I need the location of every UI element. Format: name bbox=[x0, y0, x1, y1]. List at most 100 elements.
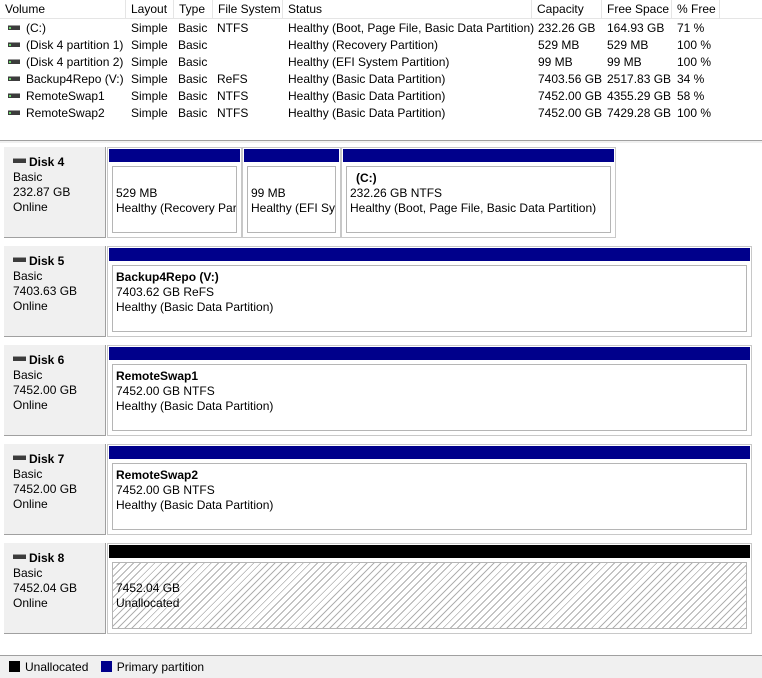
disk-info[interactable]: Disk 8 Basic 7452.04 GB Online bbox=[4, 543, 106, 634]
disk-type: Basic bbox=[13, 269, 43, 283]
table-row[interactable]: Backup4Repo (V:) Simple Basic ReFS Healthy (… bbox=[0, 71, 762, 88]
cell-status: Healthy (Basic Data Partition) bbox=[288, 89, 446, 103]
disk-name-label: Disk 6 bbox=[29, 353, 65, 367]
unallocated-space[interactable]: 7452.04 GB Unallocated bbox=[107, 543, 752, 634]
partition-block[interactable]: (C:) 232.26 GB NTFS Healthy (Boot, Page Fi… bbox=[341, 147, 616, 238]
disk-name-label: Disk 7 bbox=[29, 452, 65, 466]
column-header-free-space[interactable]: Free Space bbox=[602, 0, 672, 19]
disk-info[interactable]: Disk 6 Basic 7452.00 GB Online bbox=[4, 345, 106, 436]
volume-name: (C:) bbox=[26, 21, 46, 35]
cell-percent-free: 71 % bbox=[677, 21, 705, 35]
partition-status: Healthy (Basic Data Partition) bbox=[116, 300, 274, 314]
column-header-file-system[interactable]: File System bbox=[213, 0, 283, 19]
disk-size: 7403.63 GB bbox=[13, 284, 78, 298]
legend-unallocated: Unallocated bbox=[9, 660, 92, 674]
table-row[interactable]: (C:) Simple Basic NTFS Healthy (Boot, Page F… bbox=[0, 20, 762, 37]
volume-list-header: Volume Layout Type File System Status Ca… bbox=[0, 0, 762, 19]
disk-partitions: RemoteSwap2 7452.00 GB NTFS Healthy (Basic… bbox=[107, 444, 752, 535]
cell-percent-free: 34 % bbox=[677, 72, 705, 86]
disk-type: Basic bbox=[13, 467, 43, 481]
disk-status: Online bbox=[13, 398, 48, 412]
drive-icon bbox=[8, 42, 20, 48]
disk-name-label: Disk 8 bbox=[29, 551, 65, 565]
disk-row: Disk 6 Basic 7452.00 GB Online RemoteSwap1 74… bbox=[0, 341, 762, 438]
cell-percent-free: 100 % bbox=[677, 38, 712, 52]
column-header-volume[interactable]: Volume bbox=[0, 0, 126, 19]
partition-block[interactable]: 99 MB Healthy (EFI Sys bbox=[242, 147, 341, 238]
partition-block[interactable]: RemoteSwap2 7452.00 GB NTFS Healthy (Basic… bbox=[107, 444, 752, 535]
disk-name: Disk 5 bbox=[13, 254, 105, 269]
disk-row: Disk 7 Basic 7452.00 GB Online RemoteSwap2 74… bbox=[0, 440, 762, 537]
partition-details: 7452.04 GB Unallocated bbox=[112, 562, 747, 629]
primary-partition-bar bbox=[109, 248, 750, 261]
disk-icon bbox=[13, 356, 26, 362]
partition-title: Backup4Repo (V:) bbox=[116, 270, 219, 284]
primary-partition-bar bbox=[109, 149, 240, 162]
disk-info[interactable]: Disk 5 Basic 7403.63 GB Online bbox=[4, 246, 106, 337]
column-header-layout[interactable]: Layout bbox=[126, 0, 174, 19]
cell-status: Healthy (Recovery Partition) bbox=[288, 38, 439, 52]
volume-list[interactable]: Volume Layout Type File System Status Ca… bbox=[0, 0, 762, 141]
cell-file-system: NTFS bbox=[217, 21, 249, 35]
partition-size: 7452.00 GB NTFS bbox=[116, 384, 215, 398]
partition-size: 7452.00 GB NTFS bbox=[116, 483, 215, 497]
cell-file-system: ReFS bbox=[217, 72, 248, 86]
disk-icon bbox=[13, 554, 26, 560]
cell-layout: Simple bbox=[131, 89, 168, 103]
column-header-percent-free[interactable]: % Free bbox=[672, 0, 720, 19]
partition-title: RemoteSwap2 bbox=[116, 468, 199, 482]
partition-title: RemoteSwap1 bbox=[116, 369, 199, 383]
cell-file-system bbox=[217, 54, 288, 71]
disk-type: Basic bbox=[13, 170, 43, 184]
drive-icon bbox=[8, 76, 20, 82]
disk-name-label: Disk 4 bbox=[29, 155, 65, 169]
partition-block[interactable]: RemoteSwap1 7452.00 GB NTFS Healthy (Basic… bbox=[107, 345, 752, 436]
partition-size: 529 MB bbox=[116, 186, 158, 200]
cell-type: Basic bbox=[178, 38, 208, 52]
cell-volume: Backup4Repo (V:) bbox=[0, 71, 131, 88]
partition-block[interactable]: Backup4Repo (V:) 7403.62 GB ReFS Healthy (… bbox=[107, 246, 752, 337]
partition-size: 7452.04 GB bbox=[116, 581, 181, 595]
partition-status: Healthy (Recovery Part bbox=[116, 201, 237, 215]
partition-status: Healthy (EFI Sys bbox=[251, 201, 336, 215]
table-row[interactable]: (Disk 4 partition 1) Simple Basic Healthy (… bbox=[0, 37, 762, 54]
disk-size: 7452.04 GB bbox=[13, 581, 78, 595]
disk-icon bbox=[13, 455, 26, 461]
primary-partition-bar bbox=[343, 149, 614, 162]
disk-row: Disk 5 Basic 7403.63 GB Online Backup4Repo (… bbox=[0, 242, 762, 339]
column-header-type[interactable]: Type bbox=[174, 0, 213, 19]
table-row[interactable]: RemoteSwap2 Simple Basic NTFS Healthy (Basic… bbox=[0, 105, 762, 122]
column-header-capacity[interactable]: Capacity bbox=[532, 0, 602, 19]
disk-info[interactable]: Disk 7 Basic 7452.00 GB Online bbox=[4, 444, 106, 535]
volume-name: (Disk 4 partition 2) bbox=[26, 55, 124, 69]
cell-type: Basic bbox=[178, 106, 208, 120]
cell-free-space: 4355.29 GB bbox=[607, 89, 672, 103]
table-row[interactable]: RemoteSwap1 Simple Basic NTFS Healthy (Basic… bbox=[0, 88, 762, 105]
primary-partition-bar bbox=[109, 347, 750, 360]
partition-status: Healthy (Basic Data Partition) bbox=[116, 399, 274, 413]
cell-capacity: 529 MB bbox=[538, 38, 580, 52]
cell-layout: Simple bbox=[131, 21, 168, 35]
partition-size: 232.26 GB NTFS bbox=[350, 186, 443, 200]
partition-details: 99 MB Healthy (EFI Sys bbox=[247, 166, 336, 233]
partition-size: 99 MB bbox=[251, 186, 286, 200]
cell-volume: (Disk 4 partition 2) bbox=[0, 54, 131, 71]
cell-volume: RemoteSwap1 bbox=[0, 88, 131, 105]
disk-size: 232.87 GB bbox=[13, 185, 71, 199]
disk-partitions: 7452.04 GB Unallocated bbox=[107, 543, 752, 634]
disk-info[interactable]: Disk 4 Basic 232.87 GB Online bbox=[4, 147, 106, 238]
disk-partitions: RemoteSwap1 7452.00 GB NTFS Healthy (Basic… bbox=[107, 345, 752, 436]
partition-status: Healthy (Basic Data Partition) bbox=[116, 498, 274, 512]
column-header-status[interactable]: Status bbox=[283, 0, 532, 19]
unallocated-bar bbox=[109, 545, 750, 558]
cell-free-space: 7429.28 GB bbox=[607, 106, 672, 120]
partition-details: Backup4Repo (V:) 7403.62 GB ReFS Healthy (… bbox=[112, 265, 747, 332]
drive-icon bbox=[8, 93, 20, 99]
cell-file-system bbox=[217, 37, 288, 54]
drive-icon bbox=[8, 59, 20, 65]
cell-file-system: NTFS bbox=[217, 106, 249, 120]
disk-status: Online bbox=[13, 299, 48, 313]
primary-partition-bar bbox=[244, 149, 339, 162]
table-row[interactable]: (Disk 4 partition 2) Simple Basic Healthy (… bbox=[0, 54, 762, 71]
partition-block[interactable]: 529 MB Healthy (Recovery Part bbox=[107, 147, 242, 238]
